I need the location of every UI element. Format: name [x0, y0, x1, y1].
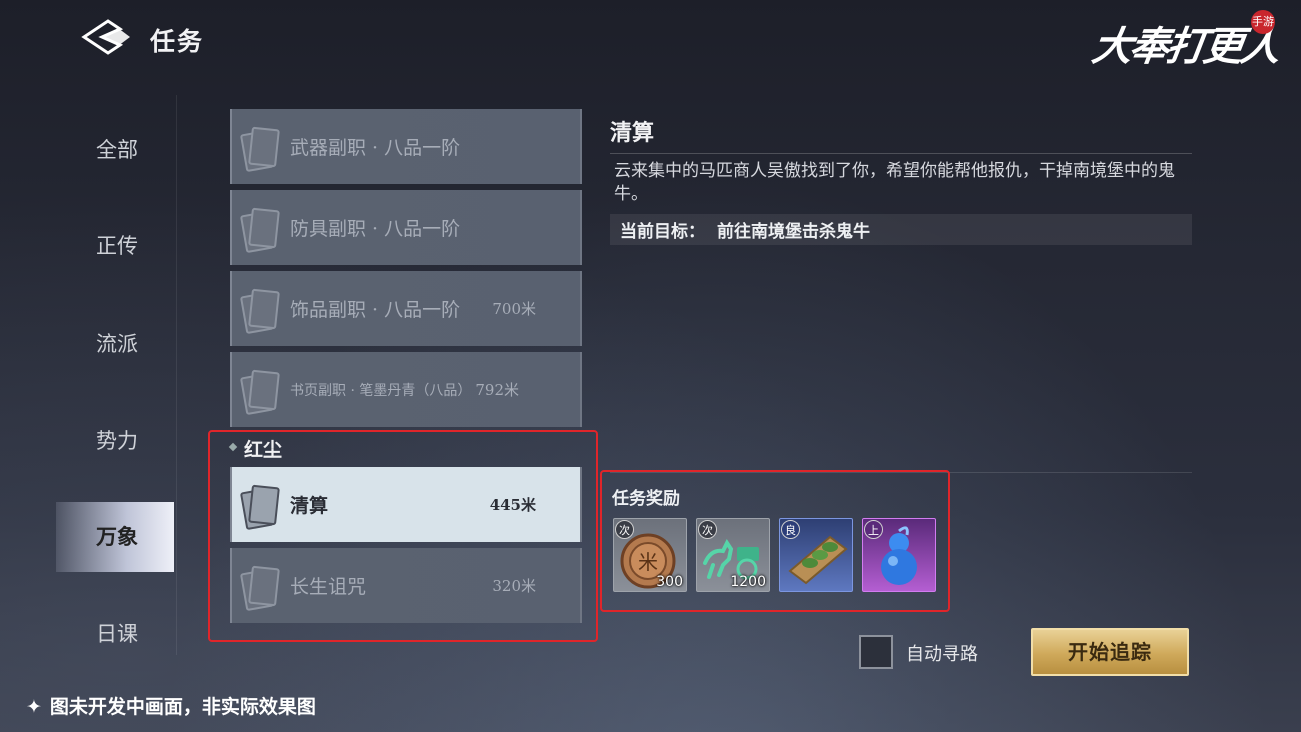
category-daily[interactable]: 日课 — [56, 599, 174, 669]
back-button[interactable] — [80, 17, 136, 57]
category-label: 万象 — [96, 524, 138, 549]
category-label: 正传 — [96, 234, 138, 258]
highlight-box-group — [208, 430, 598, 642]
auto-path-label: 自动寻路 — [906, 644, 978, 665]
quest-item[interactable]: 书页副职 · 笔墨丹青（八品） 792米 — [230, 352, 582, 427]
category-main-story[interactable]: 正传 — [56, 211, 174, 281]
footer-note: ✦ 图未开发中画面，非实际效果图 — [26, 692, 316, 719]
sidebar-divider — [176, 95, 177, 655]
quest-name: 防具副职 · 八品一阶 — [290, 218, 461, 240]
game-logo: 大奉打更人 手游 — [1089, 8, 1283, 70]
category-school[interactable]: 流派 — [56, 309, 174, 379]
category-label: 日课 — [96, 622, 138, 646]
auto-path-checkbox[interactable] — [859, 635, 893, 669]
highlight-box-rewards — [600, 470, 950, 612]
footer-note-text: 图未开发中画面，非实际效果图 — [49, 696, 316, 718]
divider — [610, 153, 1192, 154]
category-all[interactable]: 全部 — [56, 115, 174, 185]
objective-value: 前往南境堡击杀鬼牛 — [717, 222, 870, 242]
quest-scroll-icon — [239, 205, 280, 253]
back-arrow-icon — [81, 19, 130, 55]
quest-item[interactable]: 防具副职 · 八品一阶 — [230, 190, 582, 265]
quest-name: 书页副职 · 笔墨丹青（八品） — [290, 382, 472, 399]
start-tracking-button[interactable]: 开始追踪 — [1031, 628, 1189, 676]
quest-description: 云来集中的马匹商人吴傲找到了你，希望你能帮他报仇，干掉南境堡中的鬼牛。 — [614, 161, 1175, 204]
category-faction[interactable]: 势力 — [56, 406, 174, 476]
category-label: 流派 — [96, 332, 138, 356]
quest-scroll-icon — [239, 367, 280, 415]
star-icon: ✦ — [26, 696, 42, 718]
quest-item[interactable]: 饰品副职 · 八品一阶 700米 — [230, 271, 582, 346]
current-objective: 当前目标： 前往南境堡击杀鬼牛 — [620, 217, 870, 242]
quest-distance: 792米 — [475, 381, 519, 399]
quest-name: 武器副职 · 八品一阶 — [290, 137, 461, 159]
logo-badge: 手游 — [1251, 10, 1275, 34]
quest-scroll-icon — [239, 286, 280, 334]
quest-item[interactable]: 武器副职 · 八品一阶 — [230, 109, 582, 184]
category-label: 势力 — [96, 429, 138, 453]
category-label: 全部 — [96, 138, 138, 162]
detail-title: 清算 — [610, 120, 655, 146]
quest-scroll-icon — [239, 124, 280, 172]
category-wanxiang[interactable]: 万象 — [56, 502, 174, 572]
objective-label: 当前目标： — [620, 222, 705, 242]
quest-distance: 700米 — [492, 300, 536, 318]
page-title: 任务 — [150, 27, 205, 56]
quest-name: 饰品副职 · 八品一阶 — [290, 299, 461, 321]
